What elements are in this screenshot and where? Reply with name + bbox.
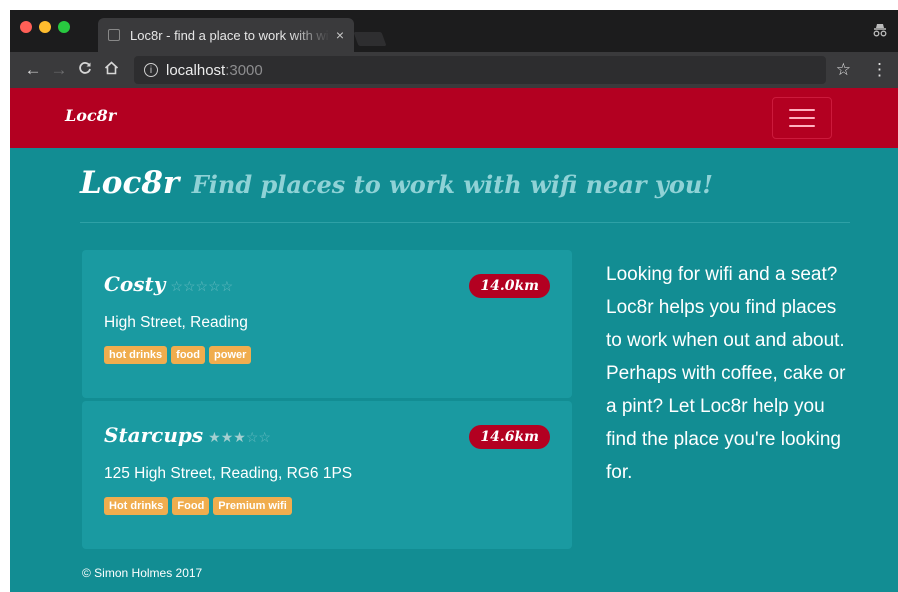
url-port: :3000 bbox=[225, 61, 263, 79]
back-button[interactable]: ← bbox=[20, 60, 46, 80]
location-name-link[interactable]: Starcups bbox=[104, 423, 203, 447]
site-info-icon[interactable]: i bbox=[144, 63, 158, 77]
incognito-icon bbox=[872, 22, 888, 42]
star-empty-icon: ☆ bbox=[208, 278, 221, 294]
page-favicon-icon bbox=[108, 29, 120, 41]
hamburger-line-icon bbox=[789, 109, 815, 111]
sidebar-intro-text: Looking for wifi and a seat? Loc8r helps… bbox=[606, 264, 846, 483]
location-name-link[interactable]: Costy bbox=[104, 272, 165, 296]
hamburger-line-icon bbox=[789, 117, 815, 119]
home-button[interactable] bbox=[98, 60, 124, 80]
star-empty-icon: ☆ bbox=[195, 278, 209, 294]
rating-stars: ☆☆☆☆☆ bbox=[170, 278, 233, 295]
browser-window: Loc8r - find a place to work with wifi n… bbox=[10, 10, 898, 592]
tab-close-icon[interactable]: × bbox=[336, 27, 344, 43]
zoom-window-button[interactable] bbox=[58, 21, 70, 33]
star-filled-icon: ★ bbox=[220, 429, 234, 445]
window-controls bbox=[20, 21, 70, 33]
star-empty-icon: ☆ bbox=[245, 429, 259, 445]
navbar-toggle-button[interactable] bbox=[772, 97, 832, 139]
page-strapline: Find places to work with wifi near you! bbox=[191, 170, 713, 199]
footer-copyright: © Simon Holmes 2017 bbox=[82, 566, 203, 580]
star-filled-icon: ★ bbox=[233, 429, 246, 445]
hamburger-line-icon bbox=[789, 125, 815, 127]
location-card: Costy ☆☆☆☆☆ 14.0km High Street, Reading … bbox=[82, 250, 572, 398]
url-host: localhost bbox=[166, 61, 226, 79]
facility-badge: power bbox=[209, 346, 252, 364]
browser-toolbar: ← → i localhost :3000 ☆ ⋮ bbox=[10, 52, 898, 88]
star-empty-icon: ☆ bbox=[182, 278, 196, 294]
star-empty-icon: ☆ bbox=[258, 429, 271, 445]
close-window-button[interactable] bbox=[20, 21, 32, 33]
location-address: High Street, Reading bbox=[104, 314, 248, 331]
star-empty-icon: ☆ bbox=[220, 278, 234, 294]
facility-badge: food bbox=[171, 346, 205, 364]
browser-menu-icon[interactable]: ⋮ bbox=[871, 60, 888, 80]
reload-button[interactable] bbox=[72, 60, 98, 80]
location-list: Costy ☆☆☆☆☆ 14.0km High Street, Reading … bbox=[82, 250, 572, 549]
rating-stars: ★★★☆☆ bbox=[208, 429, 271, 446]
facility-list: Hot drinks Food Premium wifi bbox=[104, 497, 550, 515]
navbar-brand-link[interactable]: Loc8r bbox=[65, 106, 116, 125]
distance-badge: 14.6km bbox=[469, 425, 550, 449]
bookmark-star-icon[interactable]: ☆ bbox=[836, 60, 851, 80]
star-filled-icon: ★ bbox=[208, 429, 221, 445]
location-card: Starcups ★★★☆☆ 14.6km 125 High Street, R… bbox=[82, 401, 572, 549]
browser-tab[interactable]: Loc8r - find a place to work with wifi n… bbox=[98, 18, 354, 52]
facility-badge: hot drinks bbox=[104, 346, 168, 364]
tab-title: Loc8r - find a place to work with wifi n… bbox=[130, 27, 330, 43]
forward-button[interactable]: → bbox=[46, 60, 72, 80]
address-bar[interactable]: i localhost :3000 bbox=[134, 56, 826, 84]
tab-bar: Loc8r - find a place to work with wifi n… bbox=[10, 10, 898, 52]
distance-badge: 14.0km bbox=[469, 274, 550, 298]
facility-badge: Hot drinks bbox=[104, 497, 169, 515]
facility-badge: Food bbox=[172, 497, 210, 515]
minimize-window-button[interactable] bbox=[39, 21, 51, 33]
facility-badge: Premium wifi bbox=[213, 497, 292, 515]
star-empty-icon: ☆ bbox=[170, 278, 183, 294]
facility-list: hot drinks food power bbox=[104, 346, 550, 364]
location-address: 125 High Street, Reading, RG6 1PS bbox=[104, 465, 353, 482]
page-header: Loc8r Find places to work with wifi near… bbox=[80, 165, 850, 223]
new-tab-button[interactable] bbox=[353, 32, 387, 46]
site-navbar: Loc8r bbox=[10, 88, 898, 148]
page-title: Loc8r bbox=[80, 165, 180, 201]
